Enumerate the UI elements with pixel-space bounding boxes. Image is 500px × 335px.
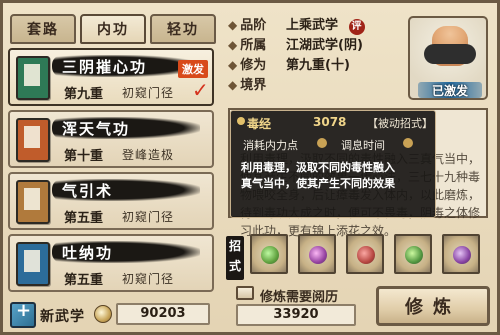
tab-routine[interactable]: 套路 [10,14,76,44]
skill-item[interactable]: 浑天气功 第十重 登峰造极 [8,110,214,168]
move-1-icon[interactable] [250,234,288,274]
info-cultivation-value: 第九重(十) [286,58,350,73]
info-realm: ◆ 境界 [228,74,266,93]
tooltip-cooldown-label: 调息时间 [341,139,385,152]
info-grade: ◆ 品阶 上乘武学 评 [228,14,365,35]
skill-level: 第五重 [64,273,104,288]
move-5-icon[interactable] [442,234,480,274]
move-2-icon[interactable] [298,234,336,274]
tooltip-cost-label: 消耗内力点 [243,139,298,152]
diamond-icon: ◆ [228,18,238,32]
tab-internal[interactable]: 内功 [80,14,146,44]
train-button[interactable]: 修炼 [376,286,490,326]
skill-list: 三阴摧心功 激发 第九重 初窥门径 ✓ 浑天气功 第十重 登峰造极 气引术 第五… [8,48,218,298]
skill-name: 吐纳功 [62,244,114,262]
book-icon [16,56,50,100]
grade-badge-icon: 评 [348,19,365,35]
active-badge: 激发 [178,60,208,78]
book-icon [236,286,254,300]
tooltip-passive-label: 【被动招式】 [367,117,433,130]
skill-level: 第五重 [64,211,104,226]
circle-icon [403,138,413,148]
diamond-icon: ◆ [228,58,238,72]
info-cultivation-label: 修为 [240,58,267,73]
tooltip-number: 3078 [313,115,347,129]
skill-stage: 初窥门径 [122,210,175,224]
info-grade-label: 品阶 [240,18,267,33]
tooltip-title: 毒经 [247,117,272,131]
info-affiliation-label: 所属 [240,38,267,53]
move-3-icon[interactable] [346,234,384,274]
skill-stage: 初窥门径 [122,86,175,100]
skill-name: 气引术 [62,182,114,200]
info-realm-label: 境界 [240,78,267,93]
character-portrait: 已激发 [408,16,488,100]
tab-lightness[interactable]: 轻功 [150,14,216,44]
skill-level: 第十重 [64,149,104,164]
tooltip-desc-line-2: 真气当中，使其产生不同的效果 [241,177,395,190]
requirement-label: 修炼需要阅历 [260,290,339,305]
skill-item[interactable]: 吐纳功 第五重 初窥门径 [8,234,214,292]
bullet-icon [237,117,245,125]
requirement-value: 33920 [236,304,356,326]
coins-value: 90203 [116,303,210,325]
book-icon [16,118,50,162]
tab-bar: 套路 内功 轻功 [10,14,216,44]
tooltip-desc-line-1: 利用毒理，汲取不同的毒性融入 [241,161,395,174]
skill-tooltip: 毒经 3078 【被动招式】 消耗内力点 调息时间 利用毒理，汲取不同的毒性融入… [230,110,436,218]
book-icon [16,242,50,286]
diamond-icon: ◆ [228,38,238,52]
skill-stage: 初窥门径 [122,272,175,286]
skill-item[interactable]: 三阴摧心功 激发 第九重 初窥门径 ✓ [8,48,214,106]
scroll-icon [16,180,50,224]
checkmark-icon: ✓ [192,78,209,102]
info-grade-value: 上乘武学 评 [286,14,365,35]
info-affiliation-value: 江湖武学(阴) [286,38,363,53]
info-affiliation: ◆ 所属 江湖武学(阴) [228,34,363,53]
grade-text: 上乘武学 [286,18,339,33]
circle-icon [317,138,327,148]
diamond-icon: ◆ [228,78,238,92]
skill-item[interactable]: 气引术 第五重 初窥门径 [8,172,214,230]
activated-label: 已激发 [418,82,482,98]
move-4-icon[interactable] [394,234,432,274]
skill-name: 浑天气功 [62,120,131,138]
new-skill-icon[interactable] [10,300,36,328]
skill-stage: 登峰造极 [122,148,175,162]
moves-label: 招式 [226,236,244,280]
new-skill-label[interactable]: 新武学 [40,306,85,326]
info-cultivation: ◆ 修为 第九重(十) [228,54,350,73]
skill-level: 第九重 [64,87,104,102]
monk-figure [424,26,476,66]
skill-name: 三阴摧心功 [62,58,148,76]
coin-icon [94,305,112,323]
